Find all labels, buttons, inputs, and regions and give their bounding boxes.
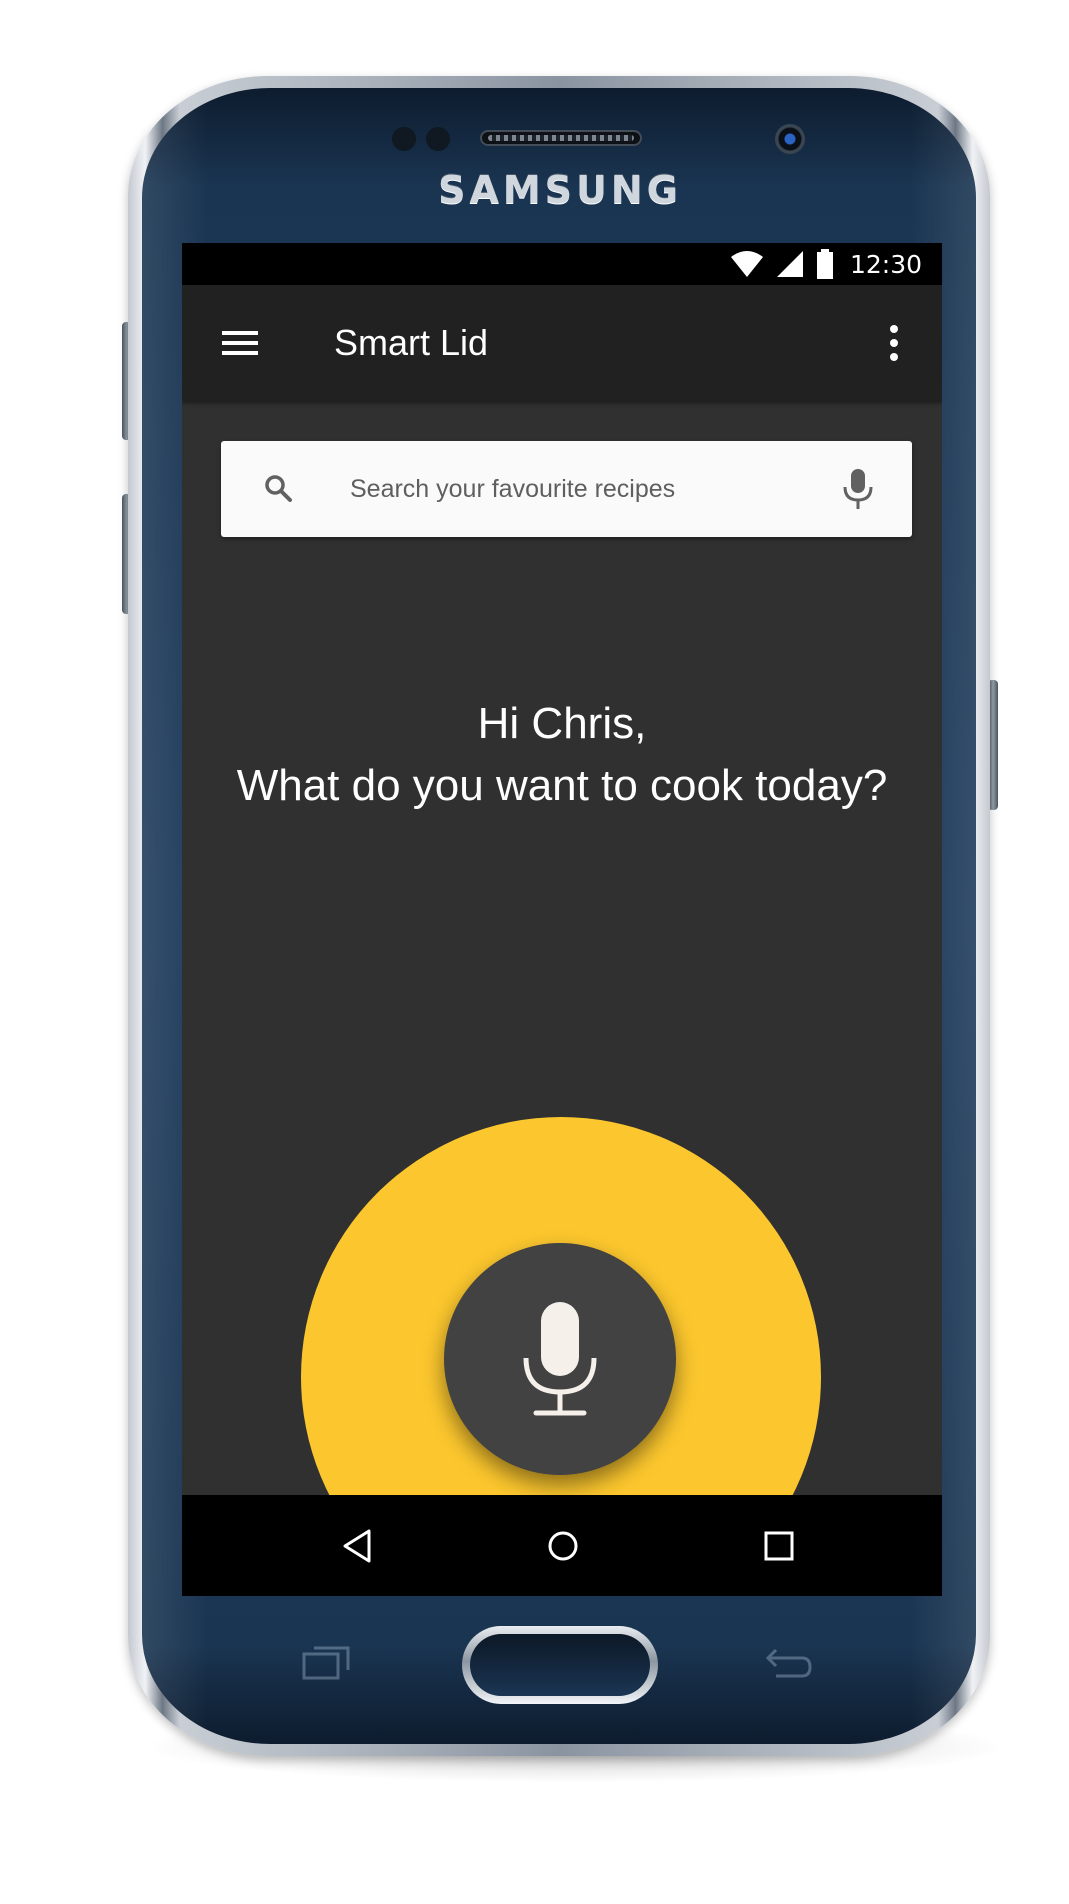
recents-icon [764, 1531, 794, 1561]
greeting-name: Hi Chris, [477, 699, 647, 748]
nav-home-button[interactable] [540, 1523, 586, 1569]
stage: SAMSUNG 12:30 Smart Lid Search your favo… [0, 0, 1069, 1904]
battery-icon [816, 249, 833, 279]
search-button[interactable] [261, 471, 297, 507]
hardware-back-key [765, 1648, 812, 1678]
search-bar[interactable]: Search your favourite recipes [221, 441, 912, 537]
mic-icon [523, 1302, 597, 1416]
more-vert-icon [890, 325, 898, 361]
search-input[interactable]: Search your favourite recipes [350, 441, 675, 537]
proximity-sensor [392, 127, 416, 151]
status-time: 12:30 [849, 249, 922, 279]
home-icon [548, 1531, 578, 1561]
greeting-message: Hi Chris, What do you want to cook today… [182, 693, 942, 817]
app-bar: Smart Lid [182, 285, 942, 401]
phone-screen: 12:30 Smart Lid Search your favourite re… [182, 243, 942, 1596]
overflow-menu-button[interactable] [874, 317, 914, 369]
status-bar: 12:30 [182, 243, 942, 285]
search-voice-button[interactable] [840, 467, 876, 511]
brand-logo: SAMSUNG [438, 168, 682, 212]
nav-recents-button[interactable] [756, 1523, 802, 1569]
back-icon [343, 1529, 371, 1563]
nav-back-button[interactable] [334, 1523, 380, 1569]
light-sensor [426, 127, 450, 151]
earpiece-speaker [480, 130, 642, 146]
status-icons: 12:30 [730, 247, 922, 281]
hardware-home-key [462, 1626, 658, 1704]
voice-input-button[interactable] [444, 1243, 676, 1475]
wifi-icon [730, 251, 763, 277]
navigation-bar [182, 1495, 942, 1596]
menu-button[interactable] [216, 319, 264, 367]
front-camera [775, 124, 805, 154]
signal-icon [776, 251, 803, 277]
search-icon [265, 475, 292, 502]
greeting-question: What do you want to cook today? [236, 761, 888, 810]
mic-icon [843, 469, 873, 509]
app-title: Smart Lid [334, 322, 489, 363]
hardware-recents-key [302, 1646, 350, 1680]
menu-icon [222, 331, 258, 355]
